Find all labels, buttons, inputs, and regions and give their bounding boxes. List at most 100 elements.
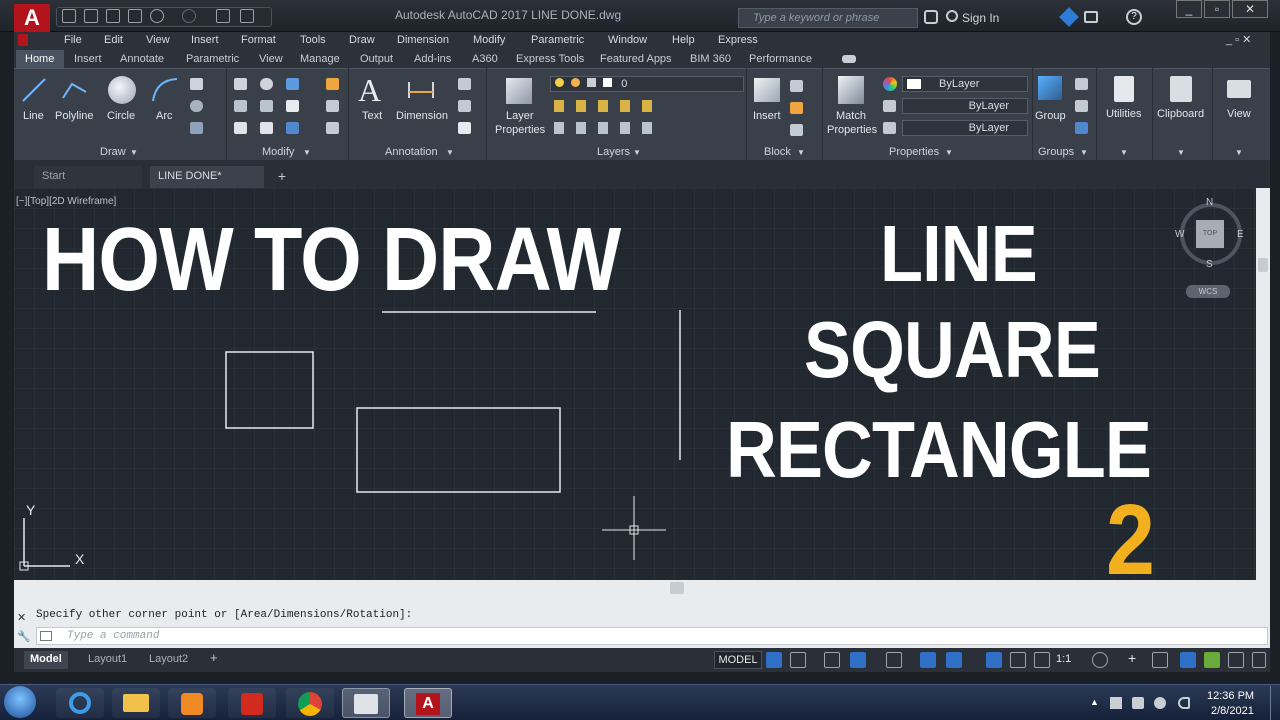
copy-icon[interactable] <box>234 100 247 112</box>
color-wheel-icon[interactable] <box>883 77 897 91</box>
doc-window-controls[interactable]: _ ▫ ✕ <box>1226 33 1251 46</box>
tab-featured-apps[interactable]: Featured Apps <box>600 53 672 65</box>
viewcube-west[interactable]: W <box>1175 229 1184 240</box>
erase-icon[interactable] <box>326 78 339 90</box>
units-icon[interactable] <box>1152 652 1168 668</box>
stretch-icon[interactable] <box>234 122 247 134</box>
polar-tracking-icon[interactable] <box>920 652 936 668</box>
infer-constraints-icon[interactable] <box>824 652 840 668</box>
horizontal-scrollbar[interactable] <box>14 580 1270 596</box>
volume-icon[interactable] <box>1178 697 1190 709</box>
fillet-icon[interactable] <box>286 100 299 112</box>
menu-draw[interactable]: Draw <box>349 34 375 46</box>
mirror-icon[interactable] <box>260 100 273 112</box>
minimize-button[interactable]: _ <box>1176 0 1202 18</box>
array-icon[interactable] <box>286 122 299 134</box>
ungroup-icon[interactable] <box>1075 78 1088 90</box>
tab-view[interactable]: View <box>259 53 283 65</box>
annotation-visibility-icon[interactable] <box>1034 652 1050 668</box>
line-tool-icon[interactable] <box>20 76 48 104</box>
sign-in-button[interactable]: Sign In <box>962 11 999 25</box>
print-icon[interactable] <box>128 9 142 23</box>
open-file-icon[interactable] <box>84 9 98 23</box>
draw-panel-title[interactable]: Draw <box>100 146 126 158</box>
tab-output[interactable]: Output <box>360 53 393 65</box>
table-icon[interactable] <box>458 122 471 134</box>
workspace-gear-icon[interactable] <box>1092 652 1108 668</box>
new-file-icon[interactable] <box>62 9 76 23</box>
binoculars-icon[interactable] <box>924 10 938 24</box>
circle-tool-label[interactable]: Circle <box>107 110 135 122</box>
menu-modify[interactable]: Modify <box>473 34 505 46</box>
tab-express-tools[interactable]: Express Tools <box>516 53 584 65</box>
dropdown-arrow-icon[interactable]: ▼ <box>1235 148 1243 157</box>
offset-icon[interactable] <box>326 122 339 134</box>
dimension-tool-icon[interactable] <box>406 78 436 102</box>
layer-tools-row-1[interactable] <box>554 100 664 112</box>
annotation-monitor-plus-icon[interactable]: + <box>1128 650 1136 666</box>
insert-block-icon[interactable] <box>754 78 780 102</box>
dropdown-arrow-icon[interactable]: ▼ <box>1177 148 1185 157</box>
new-tab-plus-icon[interactable]: + <box>272 168 292 186</box>
tab-bim-360[interactable]: BIM 360 <box>690 53 731 65</box>
object-snap-icon[interactable] <box>946 652 962 668</box>
add-layout-plus-icon[interactable]: + <box>210 650 218 665</box>
tab-manage[interactable]: Manage <box>300 53 340 65</box>
dropdown-arrow-icon[interactable]: ▼ <box>1120 148 1128 157</box>
layers-panel-title[interactable]: Layers <box>597 146 630 158</box>
clean-screen-icon[interactable] <box>1228 652 1244 668</box>
ribbon-minimize-icon[interactable] <box>842 55 856 63</box>
tab-parametric[interactable]: Parametric <box>186 53 239 65</box>
lineweight-dropdown[interactable]: ByLayer <box>902 120 1028 136</box>
viewcube-east[interactable]: E <box>1237 229 1244 240</box>
dropdown-arrow-icon[interactable]: ▼ <box>945 148 953 157</box>
properties-panel-title[interactable]: Properties <box>889 146 939 158</box>
lineweight-toggle-icon[interactable] <box>1010 652 1026 668</box>
snap-tracking-icon[interactable] <box>986 652 1002 668</box>
menu-tools[interactable]: Tools <box>300 34 326 46</box>
polyline-tool-label[interactable]: Polyline <box>55 110 94 122</box>
chrome-icon[interactable] <box>286 688 334 718</box>
menu-help[interactable]: Help <box>672 34 695 46</box>
menu-edit[interactable]: Edit <box>104 34 123 46</box>
dropdown-arrow-icon[interactable]: ▼ <box>446 148 454 157</box>
hatch-tool-icon[interactable] <box>190 100 203 112</box>
lock-icon[interactable] <box>587 78 597 87</box>
menu-parametric[interactable]: Parametric <box>531 34 584 46</box>
create-block-icon[interactable] <box>790 80 803 92</box>
layer-dropdown[interactable]: 0 <box>550 76 744 92</box>
vertical-scrollbar[interactable] <box>1256 188 1270 580</box>
hardware-acceleration-icon[interactable] <box>1204 652 1220 668</box>
arc-tool-label[interactable]: Arc <box>156 110 173 122</box>
save-icon[interactable] <box>106 9 120 23</box>
view-panel-label[interactable]: View <box>1227 108 1251 120</box>
redo-icon[interactable] <box>182 9 196 23</box>
windows-start-button[interactable] <box>4 686 36 718</box>
group-icon[interactable] <box>1038 76 1062 100</box>
utilities-label[interactable]: Utilities <box>1106 108 1141 120</box>
match-properties-label-2[interactable]: Properties <box>827 124 877 136</box>
explode-icon[interactable] <box>326 100 339 112</box>
model-space-button[interactable]: MODEL <box>714 651 762 669</box>
layer-on-icon[interactable] <box>555 78 564 87</box>
media-player-icon[interactable] <box>168 688 216 718</box>
clock-time[interactable]: 12:36 PM <box>1207 690 1254 702</box>
command-customize-wrench-icon[interactable]: 🔧 <box>17 630 31 643</box>
lineweight-icon[interactable] <box>883 122 896 134</box>
rotate-icon[interactable] <box>260 78 273 90</box>
menu-window[interactable]: Window <box>608 34 647 46</box>
maximize-button[interactable]: ▫ <box>1204 0 1230 18</box>
clock-date[interactable]: 2/8/2021 <box>1211 705 1254 717</box>
tab-performance[interactable]: Performance <box>749 53 812 65</box>
snap-mode-icon[interactable] <box>790 652 806 668</box>
viewcube-top-face[interactable]: TOP <box>1196 220 1224 248</box>
acrobat-reader-icon[interactable] <box>228 688 276 718</box>
group-tool-label[interactable]: Group <box>1035 110 1066 122</box>
dropdown-arrow-icon[interactable]: ▼ <box>633 148 641 157</box>
layout-tab-model[interactable]: Model <box>24 651 68 669</box>
tab-annotate[interactable]: Annotate <box>120 53 164 65</box>
move-icon[interactable] <box>234 78 247 90</box>
search-input[interactable]: Type a keyword or phrase <box>738 8 918 28</box>
customization-menu-icon[interactable] <box>1252 652 1266 668</box>
video-app-icon[interactable] <box>342 688 390 718</box>
